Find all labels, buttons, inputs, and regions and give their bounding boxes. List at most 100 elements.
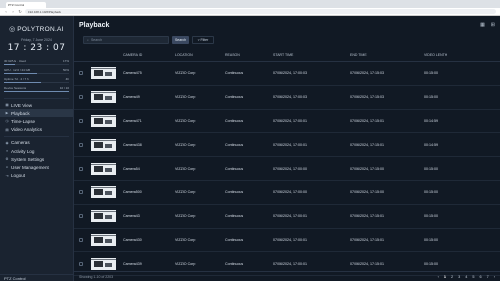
browser-tab[interactable]: PTZ Control xyxy=(6,2,46,8)
next-page-button[interactable]: › xyxy=(494,275,495,279)
main-content: Playback ▦ ⊞ ⌕ Search Search ▿ Filter CA… xyxy=(74,16,500,281)
video-thumbnail[interactable] xyxy=(91,210,116,223)
stat-bar xyxy=(4,91,69,92)
page-header: Playback ▦ ⊞ xyxy=(74,16,500,34)
row-checkbox[interactable] xyxy=(79,142,83,147)
forward-icon[interactable]: › xyxy=(11,9,15,14)
stat-label: Uptime 7d · 4 / 7 h xyxy=(4,77,29,81)
location-cell: VIZZIO Corp xyxy=(175,71,196,76)
pagination: ‹ 1 2 3 4 5 6 7 › xyxy=(438,275,495,279)
logout-icon: ⇥ xyxy=(5,173,9,178)
page-number[interactable]: 6 xyxy=(479,275,481,279)
reason-cell: Continuous xyxy=(225,95,244,100)
video-thumbnail[interactable] xyxy=(91,91,116,104)
current-time: 17 : 23 : 07 xyxy=(7,43,66,53)
page-number[interactable]: 3 xyxy=(458,275,460,279)
search-icon: ⌕ xyxy=(87,38,89,42)
table-row[interactable]: Camera54 VIZZIO Corp Continuous 07/06/2024,… xyxy=(74,157,500,181)
start-time-cell: 07/06/2024, 17:00:03 xyxy=(273,71,307,76)
video-thumbnail[interactable] xyxy=(91,233,116,246)
end-time-cell: 07/06/2024, 17:15:01 xyxy=(350,118,384,123)
column-header[interactable]: CAMERA ID xyxy=(123,53,175,57)
sidebar-item-label: Video Analytics xyxy=(11,127,43,133)
page-number[interactable]: 5 xyxy=(472,275,474,279)
sidebar-item-playback[interactable]: ▶ Playback xyxy=(0,109,73,118)
page-number[interactable]: 4 xyxy=(465,275,467,279)
table-row[interactable]: Camera500 VIZZIO Corp Continuous 07/06/2024… xyxy=(74,181,500,205)
stat-bar xyxy=(4,82,69,83)
brand-name: POLYTRON.AI xyxy=(17,25,64,33)
back-icon[interactable]: ‹ xyxy=(4,9,8,14)
search-input[interactable]: ⌕ Search xyxy=(83,36,169,44)
row-checkbox[interactable] xyxy=(79,190,83,195)
location-cell: VIZZIO Corp xyxy=(175,166,196,171)
end-time-cell: 07/06/2024, 17:15:00 xyxy=(350,166,384,171)
video-thumbnail[interactable] xyxy=(91,67,116,80)
location-cell: VIZZIO Corp xyxy=(175,237,196,242)
prev-page-button[interactable]: ‹ xyxy=(438,275,439,279)
column-header[interactable]: REASON xyxy=(225,53,273,57)
sidebar-item-time-lapse[interactable]: ◷ Time-Lapse xyxy=(0,117,73,125)
sidebar-item-cameras[interactable]: ◉ Cameras xyxy=(0,139,73,147)
stat-bar xyxy=(4,73,69,74)
sidebar-item-label: Activity Log xyxy=(11,148,35,154)
camera-id-cell: Camera438 xyxy=(123,142,142,147)
row-checkbox-cell xyxy=(74,166,91,171)
video-thumbnail[interactable] xyxy=(91,138,116,151)
video-thumbnail[interactable] xyxy=(91,186,116,199)
stat-label: GPU · 12.0 / 24 GB xyxy=(4,68,31,72)
row-checkbox[interactable] xyxy=(79,237,83,242)
column-header[interactable]: START TIME xyxy=(273,53,350,57)
end-time-cell: 07/06/2024, 17:15:01 xyxy=(350,214,384,219)
video-length-cell: 00:15:00 xyxy=(424,166,438,171)
video-thumbnail[interactable] xyxy=(91,162,116,175)
sidebar-item-logout[interactable]: ⇥ Logout xyxy=(0,172,73,180)
gear-icon: ⚙ xyxy=(5,157,9,162)
sidebar-item-video-analytics[interactable]: ▤ Video Analytics xyxy=(0,126,73,134)
table-row[interactable]: Camera471 VIZZIO Corp Continuous 07/06/2024… xyxy=(74,110,500,134)
table-row[interactable]: Camera475 VIZZIO Corp Continuous 07/06/2024… xyxy=(74,62,500,86)
stat-item: GPU · 12.0 / 24 GB 50% xyxy=(4,68,69,74)
column-header[interactable]: VIDEO LENTH xyxy=(424,53,464,57)
stat-item: 30 GPUs · Used 17% xyxy=(4,59,69,65)
reload-icon[interactable]: ↻ xyxy=(18,9,22,14)
sidebar-item-user-management[interactable]: ☺ User Management xyxy=(0,163,73,171)
camera-id-cell: Camera49 xyxy=(123,95,140,100)
search-button[interactable]: Search xyxy=(172,36,189,44)
video-length-cell: 00:15:00 xyxy=(424,95,438,100)
sidebar-item-live-view[interactable]: ▦ LIVE View xyxy=(0,101,73,109)
table-row[interactable]: Camera438 VIZZIO Corp Continuous 07/06/2024… xyxy=(74,133,500,158)
table-row[interactable]: Camera43 VIZZIO Corp Continuous 07/06/2024,… xyxy=(74,205,500,229)
page-number[interactable]: 7 xyxy=(487,275,489,279)
layout-grid-icon[interactable]: ▦ xyxy=(480,22,485,28)
table-row[interactable]: Camera430 VIZZIO Corp Continuous 07/06/2024… xyxy=(74,229,500,253)
table-row[interactable]: Camera49 VIZZIO Corp Continuous 07/06/2024,… xyxy=(74,86,500,110)
url-field[interactable]: 192.168.1.10/#/Playback xyxy=(25,9,496,14)
row-checkbox[interactable] xyxy=(79,95,83,100)
column-header[interactable]: LOCATION xyxy=(175,53,225,57)
page-number[interactable]: 2 xyxy=(451,275,453,279)
stat-item: Device Sessions 10 / 10 xyxy=(4,86,69,92)
apps-icon[interactable]: ⊞ xyxy=(491,22,495,28)
video-thumbnail[interactable] xyxy=(91,257,116,270)
video-length-cell: 00:15:00 xyxy=(424,71,438,76)
sidebar-item-system-settings[interactable]: ⚙ System Settings xyxy=(0,155,73,163)
stat-label: 30 GPUs · Used xyxy=(4,59,26,63)
row-checkbox[interactable] xyxy=(79,166,83,171)
reason-cell: Continuous xyxy=(225,237,244,242)
row-checkbox[interactable] xyxy=(79,71,83,76)
page-number[interactable]: 1 xyxy=(444,275,446,279)
filter-button[interactable]: ▿ Filter xyxy=(192,36,214,44)
brand-logo: ◎ POLYTRON.AI xyxy=(0,16,73,34)
sidebar-item-activity-log[interactable]: ≡ Activity Log xyxy=(0,147,73,155)
row-checkbox[interactable] xyxy=(79,261,83,266)
row-checkbox[interactable] xyxy=(79,118,83,123)
camera-id-cell: Camera471 xyxy=(123,118,142,123)
clock-icon: ◷ xyxy=(5,119,9,124)
row-checkbox[interactable] xyxy=(79,214,83,219)
column-header[interactable]: END TIME xyxy=(350,53,424,57)
sidebar-menu: ▦ LIVE View ▶ Playback ◷ Time-Lapse ▤ Vi… xyxy=(0,98,73,180)
start-time-cell: 07/06/2024, 17:00:03 xyxy=(273,95,307,100)
video-thumbnail[interactable] xyxy=(91,114,116,127)
ptz-control-label[interactable]: PTZ Control xyxy=(0,274,74,281)
